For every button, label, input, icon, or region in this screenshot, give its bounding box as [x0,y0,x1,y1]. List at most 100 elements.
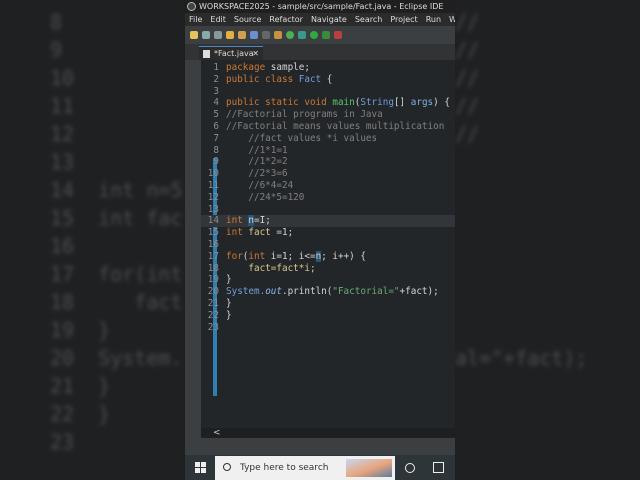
code-token: .println( [281,286,333,298]
code-token: } [226,309,232,321]
code-line[interactable]: 14 int n=I; [201,215,455,228]
code-line[interactable]: 19} [201,274,455,286]
code-token: fact [248,227,277,239]
menu-file[interactable]: File [189,15,202,24]
code-token: ) { [433,97,450,109]
code-line[interactable]: 7 //fact values *i values [201,133,455,145]
code-line[interactable]: 17 for(int i=1; i<=n; i++) { [201,250,455,263]
code-token: //2*3=6 [226,168,288,180]
code-line[interactable]: 15 int fact =1; [201,227,455,239]
code-token: //24*5=120 [226,191,305,203]
code-token: Fact [298,73,327,85]
blurred-code-text: // [455,94,480,118]
code-token: i=1; i<= [270,250,316,262]
code-line[interactable]: 8 //1*1=1 [201,145,455,157]
blurred-code-text: 16 [50,234,75,258]
code-line[interactable]: 2 public class Fact { [201,74,455,86]
blurred-code-text: 15 int fact [50,206,185,230]
blurred-code-text: 17 for(int [50,262,183,286]
code-token: "Factorial=" [332,286,400,298]
blurred-code-text: 19 } [50,318,111,342]
blurred-code-text: 14 int n=5 [50,178,183,202]
menu-edit[interactable]: Edit [210,15,226,24]
code-line[interactable]: 5 //Factorial programs in Java [201,109,455,121]
code-token: main [332,97,355,109]
new-icon[interactable] [190,31,198,39]
blurred-code-text: // [455,122,480,146]
code-line[interactable]: 10 //2*3=6 [201,168,455,180]
line-number: 16 [207,238,219,250]
code-line[interactable]: 1 package sample; [201,62,455,74]
line-number: 14 [207,215,219,227]
task-view-icon[interactable] [433,462,444,473]
code-line[interactable]: 13 [201,204,455,216]
code-token: public class [226,73,299,85]
blurred-code-text: 22 } [50,402,111,426]
code-line[interactable]: 21} [201,298,455,310]
save-icon[interactable] [202,31,210,39]
code-line[interactable]: 22} [201,310,455,322]
windows-start-icon[interactable] [195,462,206,473]
code-token: ; i++) { [321,250,366,262]
code-line[interactable]: 18 fact=fact*i; [201,263,455,275]
blurred-background-left: 8 9 10 11 12 13 14 int n=5 15 int fact 16 17 for(… [0,0,185,480]
code-line[interactable]: 3 [201,86,455,98]
line-number: 8 [213,144,219,156]
menu-project[interactable]: Project [390,15,417,24]
code-token: package [226,62,271,73]
code-token: +fact); [399,286,439,298]
code-line[interactable]: 23 [201,322,455,334]
code-editor[interactable]: 1 package sample; 2 public class Fact {3 4 pu… [201,60,455,438]
blurred-code-text: 18 fact [50,290,183,314]
java-file-icon [203,50,210,58]
code-line[interactable]: 6 //Factorial means values multiplication [201,121,455,133]
undo-icon[interactable] [226,31,234,39]
menu-source[interactable]: Source [234,15,261,24]
debug-icon[interactable] [298,31,306,39]
run-config-icon[interactable] [322,31,330,39]
horizontal-scrollbar[interactable]: < [201,428,455,438]
scroll-left-icon[interactable]: < [213,428,221,438]
code-line[interactable]: 9 //1*2=2 [201,156,455,168]
code-token: int [248,250,271,262]
code-token: =1; [276,227,294,239]
redo-icon[interactable] [238,31,246,39]
tab-fact-java[interactable]: *Fact.java ✕ [199,46,263,60]
menu-refactor[interactable]: Refactor [269,15,303,24]
menu-run[interactable]: Run [426,15,441,24]
code-token: for [226,250,243,262]
run-icon[interactable] [310,31,318,39]
code-line[interactable]: 12 //24*5=120 [201,192,455,204]
code-token: String [360,97,394,109]
close-tab-icon[interactable]: ✕ [252,47,259,61]
line-number: 3 [213,85,219,97]
title-bar: WORKSPACE2025 - sample/src/sample/Fact.j… [185,0,455,13]
code-token: fact=fact*i; [226,262,316,274]
code-line[interactable]: 11 //6*4=24 [201,180,455,192]
package-icon[interactable] [274,31,282,39]
line-number: 18 [207,262,219,274]
cortana-icon[interactable] [405,463,415,473]
refresh-icon[interactable] [286,31,294,39]
eclipse-icon [187,2,196,11]
code-token: //1*1=1 [226,144,288,156]
menu-window[interactable]: Window [449,15,455,24]
code-line[interactable]: 20 System.out.println("Factorial="+fact); [201,286,455,298]
external-tools-icon[interactable] [334,31,342,39]
code-line[interactable]: 4 public static void main(String[] args) … [201,97,455,109]
blurred-code-text: 8 [50,10,63,34]
line-number: 11 [207,179,219,191]
menu-navigate[interactable]: Navigate [311,15,347,24]
code-token: public static void [226,97,333,109]
console-icon[interactable] [250,31,258,39]
code-line[interactable]: 16 [201,239,455,251]
menu-search[interactable]: Search [355,15,382,24]
line-number: 22 [207,309,219,321]
editor-tabs: *Fact.java ✕ [185,44,455,60]
taskbar-search-box[interactable]: Type here to search [215,456,395,480]
terminate-icon[interactable] [262,31,270,39]
save-all-icon[interactable] [214,31,222,39]
line-number: 19 [207,274,219,286]
code-token: } [226,274,232,286]
code-token: ; [265,215,271,227]
